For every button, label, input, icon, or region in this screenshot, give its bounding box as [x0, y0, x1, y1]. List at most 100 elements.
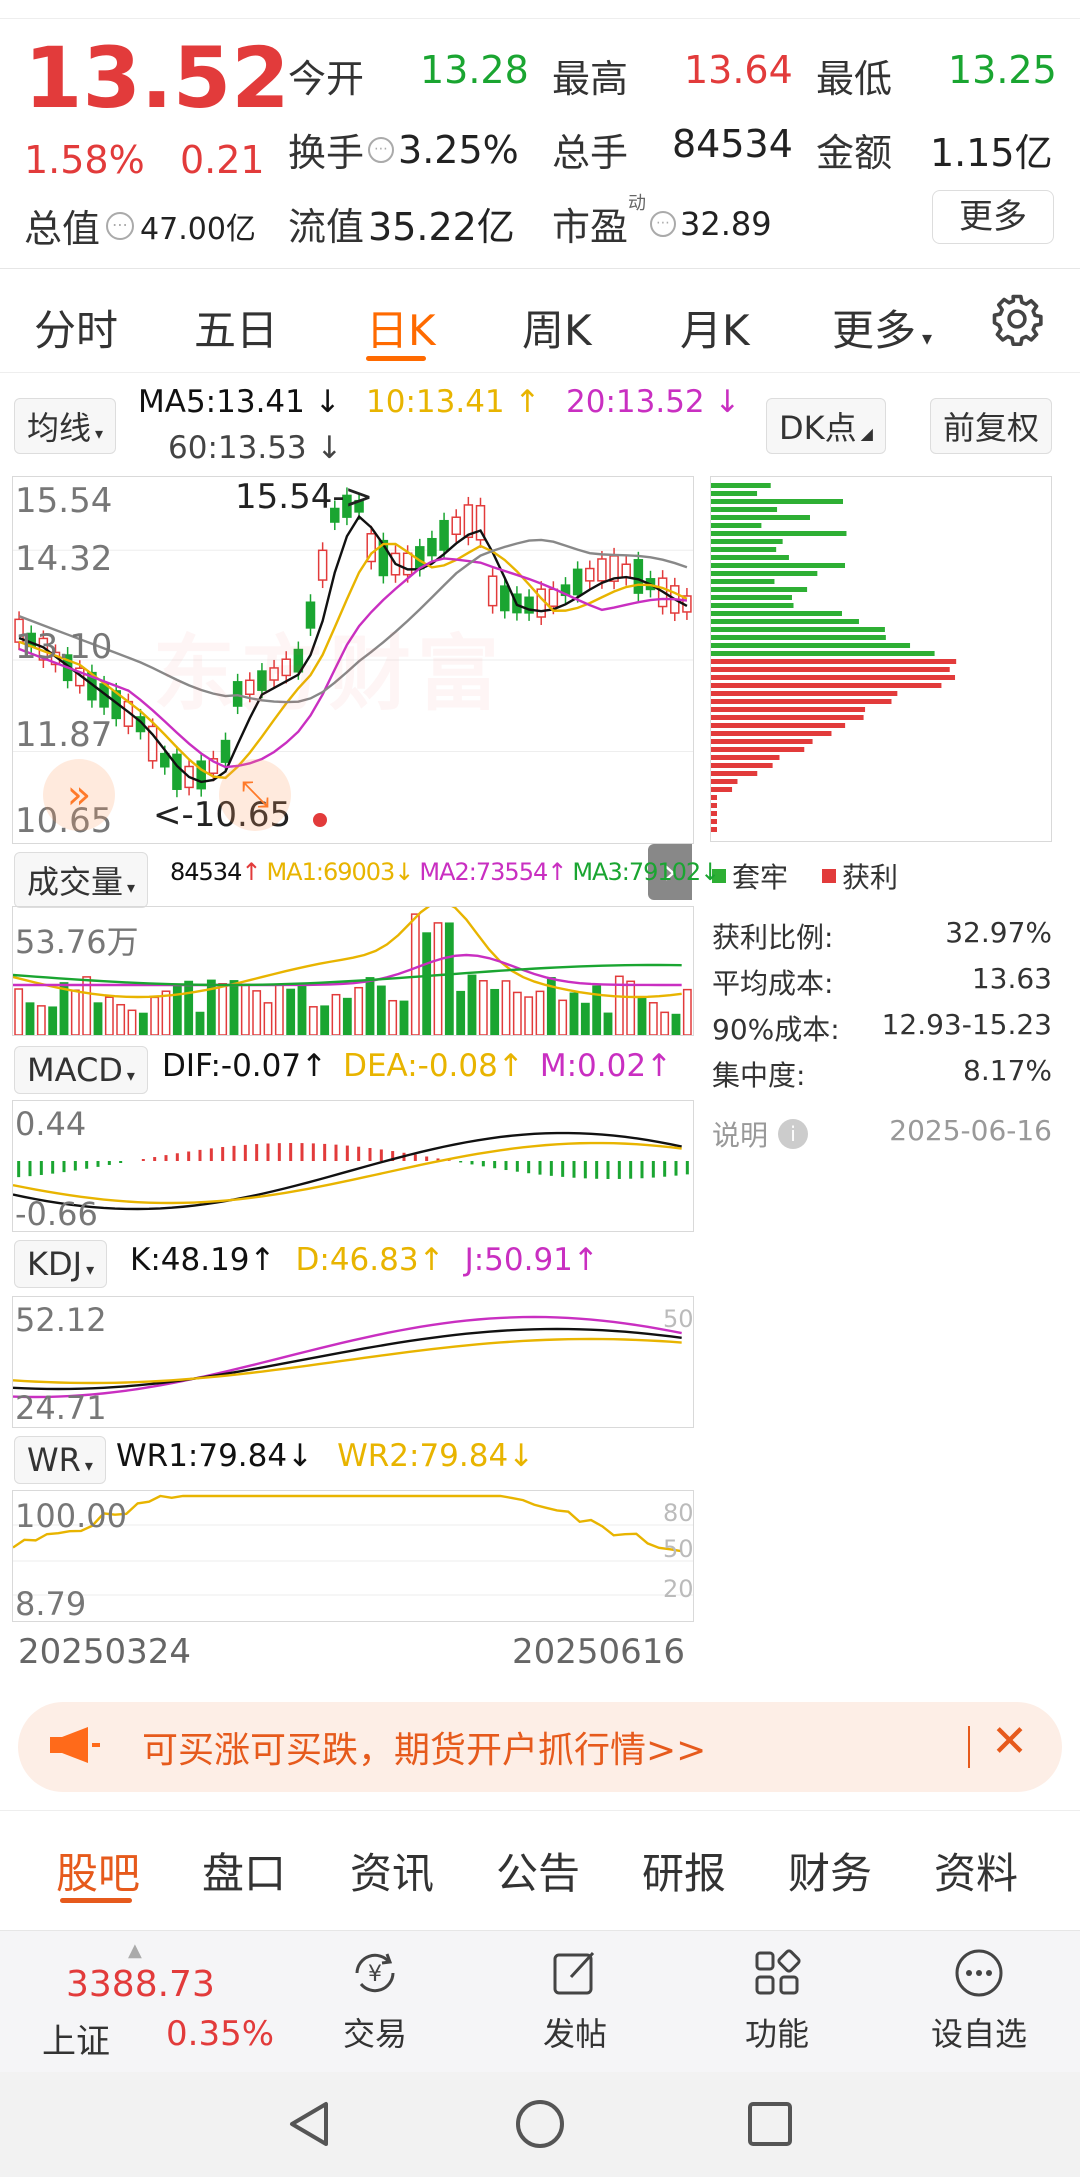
stat-turnover[interactable]: 换手 ⋯ 3.25% — [288, 122, 519, 177]
volume-bar — [331, 993, 341, 1036]
stat-volume: 总手 — [552, 131, 629, 175]
index-name[interactable]: 上证 — [42, 2014, 110, 2063]
chip-bar — [711, 483, 771, 488]
watermark: 东方财富 — [153, 627, 506, 722]
volume-bar — [308, 1006, 318, 1036]
index-value[interactable]: 3388.73 — [66, 1964, 215, 2005]
index-change[interactable]: 0.35% — [166, 2014, 274, 2054]
chip-bar — [711, 531, 847, 536]
expand-arrows-icon[interactable]: » — [43, 759, 115, 831]
tab-weekly-k[interactable]: 周K — [522, 297, 592, 358]
fullscreen-icon[interactable]: ⤡ — [219, 759, 291, 831]
volume-chart[interactable]: 53.76万 — [12, 900, 694, 1036]
chip-bar — [711, 715, 864, 720]
tab-finance[interactable]: 财务 — [788, 1840, 872, 1901]
wr-level-label: 50 — [663, 1535, 694, 1563]
change-percent: 1.58% — [24, 138, 145, 182]
market-cap[interactable]: 总值 ⋯ 47.00亿 — [24, 198, 256, 253]
tab-research[interactable]: 研报 — [642, 1840, 726, 1901]
volume-bar — [399, 1000, 409, 1036]
chip-stat: 获利比例: 32.97% — [712, 916, 1052, 954]
chip-bar — [711, 747, 805, 752]
futures-ad-banner[interactable]: 可买涨可买跌，期货开户抓行情>> ✕ — [18, 1702, 1062, 1792]
kdj-values: K:48.19 ↑ D:46.83 ↑ J:50.91 ↑ — [130, 1242, 599, 1278]
kline-chart[interactable]: 东方财富 15.54 14.32 13.10 11.87 10.65 15.54… — [12, 476, 694, 844]
volume-bar — [490, 988, 500, 1036]
nav-functions[interactable]: 功能 — [702, 1945, 852, 2055]
volume-bar — [535, 990, 545, 1036]
volume-bar — [184, 980, 194, 1036]
y-label: 11.87 — [15, 715, 113, 755]
date-start: 20250324 — [18, 1632, 192, 1672]
chip-bar — [711, 515, 810, 520]
stat-float-cap: 流值 35.22亿 — [288, 205, 515, 249]
candle-body — [585, 567, 595, 582]
wr-chart[interactable]: 100.00 8.79 80 50 20 — [12, 1490, 694, 1623]
candle-body — [621, 563, 631, 579]
nav-add-watchlist[interactable]: 设自选 — [904, 1945, 1054, 2055]
tab-profile[interactable]: 资料 — [934, 1840, 1018, 1901]
ma20-value: 20:13.52 ↓ — [566, 384, 741, 420]
candle-body — [572, 568, 583, 596]
chip-bar — [711, 707, 866, 712]
home-icon[interactable] — [514, 2098, 566, 2154]
current-price: 13.52 — [24, 29, 290, 127]
chip-distribution — [710, 476, 1052, 842]
volume-bar — [660, 1011, 670, 1036]
ma-selector[interactable]: 均线 ▾ — [14, 398, 117, 454]
tab-forum[interactable]: 股吧 — [56, 1840, 140, 1901]
kdj-chart[interactable]: 52.12 24.71 50 — [12, 1296, 694, 1428]
volume-bar — [320, 1005, 330, 1036]
macd-values: DIF:-0.07 ↑ DEA:-0.08 ↑ M:0.02 ↑ — [162, 1048, 673, 1084]
kdj-mid-label: 50 — [663, 1305, 694, 1333]
volume-bar — [524, 996, 534, 1036]
candle-body — [402, 552, 413, 576]
volume-bar — [229, 980, 239, 1036]
volume-bar — [422, 932, 432, 1036]
more-icon — [904, 1945, 1054, 2009]
tab-news[interactable]: 资讯 — [350, 1840, 434, 1901]
macd-dif-line — [12, 1131, 682, 1211]
back-icon[interactable] — [284, 2098, 334, 2154]
settings-gear-icon[interactable] — [990, 292, 1044, 350]
nav-trade[interactable]: ¥ 交易 — [300, 1945, 450, 2055]
tab-five-day[interactable]: 五日 — [194, 297, 278, 358]
nav-post[interactable]: 发帖 — [500, 1945, 650, 2055]
market-cap-label: 总值 — [24, 207, 101, 251]
wr-selector[interactable]: WR ▾ — [14, 1436, 106, 1484]
tab-order-book[interactable]: 盘口 — [202, 1840, 286, 1901]
chip-note[interactable]: 说明 i 2025-06-16 — [712, 1114, 1052, 1154]
chip-bar — [711, 819, 717, 824]
macd-selector[interactable]: MACD ▾ — [14, 1046, 148, 1094]
dk-point-button[interactable]: DK点 ◢ — [766, 398, 886, 454]
chip-bar — [711, 723, 846, 728]
volume-bar — [365, 977, 375, 1036]
tab-intraday[interactable]: 分时 — [34, 297, 118, 358]
tab-daily-k[interactable]: 日K — [366, 297, 436, 358]
tab-monthly-k[interactable]: 月K — [680, 297, 750, 358]
chip-bar — [711, 739, 813, 744]
forward-adjust-button[interactable]: 前复权 — [930, 398, 1053, 454]
volume-bar — [286, 988, 296, 1036]
volume-bar — [648, 1002, 658, 1036]
tab-announcements[interactable]: 公告 — [496, 1840, 580, 1901]
kdj-selector[interactable]: KDJ ▾ — [14, 1240, 108, 1288]
more-button[interactable]: 更多 — [932, 190, 1054, 244]
stat-pe[interactable]: 市盈 动 ⋯ 32.89 — [552, 193, 772, 251]
macd-y-bottom: -0.66 — [15, 1195, 98, 1233]
chip-bar — [711, 771, 758, 776]
y-label: 13.10 — [15, 627, 113, 667]
volume-selector[interactable]: 成交量 ▾ — [14, 852, 149, 908]
recents-icon[interactable] — [746, 2100, 794, 2152]
volume-bar — [150, 996, 160, 1036]
tab-more[interactable]: 更多 ▾ — [832, 297, 932, 358]
candle-body — [633, 559, 644, 594]
market-cap-value: 47.00亿 — [140, 211, 256, 247]
close-icon[interactable]: ✕ — [991, 1720, 1028, 1764]
volume-bar — [456, 990, 466, 1036]
info-circle-icon: i — [778, 1119, 809, 1149]
macd-chart[interactable]: 0.44 -0.66 — [12, 1100, 694, 1233]
chip-bar — [711, 651, 935, 656]
profit-swatch — [822, 869, 837, 883]
volume-bar — [116, 1003, 126, 1036]
